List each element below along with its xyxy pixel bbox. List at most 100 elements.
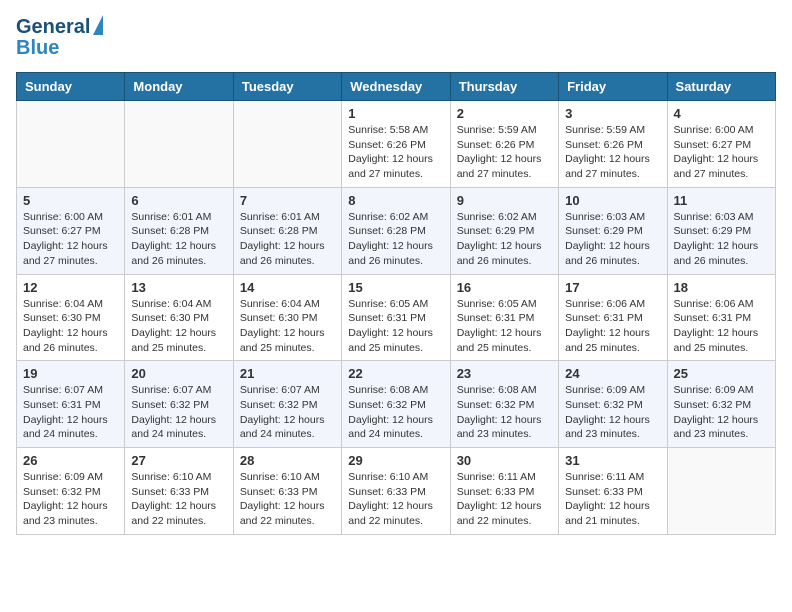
day-info: Sunrise: 6:10 AM Sunset: 6:33 PM Dayligh… [240,470,335,529]
calendar-cell [125,101,233,188]
day-number: 20 [131,366,226,381]
day-info: Sunrise: 6:09 AM Sunset: 6:32 PM Dayligh… [674,383,769,442]
day-number: 15 [348,280,443,295]
day-number: 5 [23,193,118,208]
day-info: Sunrise: 5:59 AM Sunset: 6:26 PM Dayligh… [565,123,660,182]
calendar-cell [17,101,125,188]
day-info: Sunrise: 6:07 AM Sunset: 6:32 PM Dayligh… [131,383,226,442]
calendar-week-row: 5 Sunrise: 6:00 AM Sunset: 6:27 PM Daylig… [17,187,776,274]
calendar-week-row: 19Sunrise: 6:07 AM Sunset: 6:31 PM Dayli… [17,361,776,448]
day-number: 17 [565,280,660,295]
day-number: 14 [240,280,335,295]
day-info: Sunrise: 6:10 AM Sunset: 6:33 PM Dayligh… [131,470,226,529]
day-number: 11 [674,193,769,208]
day-number: 2 [457,106,552,121]
calendar-cell: 26 Sunrise: 6:09 AM Sunset: 6:32 PM Dayli… [17,448,125,535]
day-info: Sunrise: 6:03 AM Sunset: 6:29 PM Dayligh… [674,210,769,269]
day-info: Sunrise: 6:00 AM Sunset: 6:27 PM Dayligh… [23,210,118,269]
calendar-cell: 9 Sunrise: 6:02 AM Sunset: 6:29 PM Daylig… [450,187,558,274]
calendar-cell: 1Sunrise: 5:58 AM Sunset: 6:26 PM Daylig… [342,101,450,188]
day-number: 18 [674,280,769,295]
day-number: 21 [240,366,335,381]
calendar-cell: 30 Sunrise: 6:11 AM Sunset: 6:33 PM Dayli… [450,448,558,535]
weekday-header: Monday [125,73,233,101]
day-info: Sunrise: 6:06 AM Sunset: 6:31 PM Dayligh… [565,297,660,356]
calendar-table: SundayMondayTuesdayWednesdayThursdayFrid… [16,72,776,535]
calendar-cell: 4 Sunrise: 6:00 AM Sunset: 6:27 PM Daylig… [667,101,775,188]
day-info: Sunrise: 6:09 AM Sunset: 6:32 PM Dayligh… [565,383,660,442]
calendar-cell: 15 Sunrise: 6:05 AM Sunset: 6:31 PM Dayli… [342,274,450,361]
day-number: 3 [565,106,660,121]
day-info: Sunrise: 5:59 AM Sunset: 6:26 PM Dayligh… [457,123,552,182]
day-number: 27 [131,453,226,468]
day-info: Sunrise: 6:10 AM Sunset: 6:33 PM Dayligh… [348,470,443,529]
day-info: Sunrise: 6:03 AM Sunset: 6:29 PM Dayligh… [565,210,660,269]
day-info: Sunrise: 6:08 AM Sunset: 6:32 PM Dayligh… [348,383,443,442]
day-number: 24 [565,366,660,381]
day-info: Sunrise: 6:08 AM Sunset: 6:32 PM Dayligh… [457,383,552,442]
calendar-week-row: 1Sunrise: 5:58 AM Sunset: 6:26 PM Daylig… [17,101,776,188]
calendar-cell: 25 Sunrise: 6:09 AM Sunset: 6:32 PM Dayli… [667,361,775,448]
day-number: 13 [131,280,226,295]
day-number: 9 [457,193,552,208]
calendar-week-row: 12 Sunrise: 6:04 AM Sunset: 6:30 PM Dayli… [17,274,776,361]
calendar-cell: 8 Sunrise: 6:02 AM Sunset: 6:28 PM Daylig… [342,187,450,274]
calendar-cell: 10Sunrise: 6:03 AM Sunset: 6:29 PM Dayli… [559,187,667,274]
day-info: Sunrise: 6:05 AM Sunset: 6:31 PM Dayligh… [348,297,443,356]
day-info: Sunrise: 6:04 AM Sunset: 6:30 PM Dayligh… [240,297,335,356]
day-info: Sunrise: 6:04 AM Sunset: 6:30 PM Dayligh… [131,297,226,356]
day-info: Sunrise: 6:02 AM Sunset: 6:29 PM Dayligh… [457,210,552,269]
calendar-cell: 11 Sunrise: 6:03 AM Sunset: 6:29 PM Dayli… [667,187,775,274]
day-number: 30 [457,453,552,468]
day-info: Sunrise: 6:11 AM Sunset: 6:33 PM Dayligh… [565,470,660,529]
day-number: 7 [240,193,335,208]
weekday-header: Saturday [667,73,775,101]
day-info: Sunrise: 6:07 AM Sunset: 6:31 PM Dayligh… [23,383,118,442]
day-number: 12 [23,280,118,295]
calendar-cell: 16Sunrise: 6:05 AM Sunset: 6:31 PM Dayli… [450,274,558,361]
day-number: 4 [674,106,769,121]
calendar-cell: 22 Sunrise: 6:08 AM Sunset: 6:32 PM Dayli… [342,361,450,448]
day-info: Sunrise: 6:11 AM Sunset: 6:33 PM Dayligh… [457,470,552,529]
weekday-header: Thursday [450,73,558,101]
day-number: 23 [457,366,552,381]
weekday-header: Sunday [17,73,125,101]
day-info: Sunrise: 6:01 AM Sunset: 6:28 PM Dayligh… [131,210,226,269]
calendar-cell: 17 Sunrise: 6:06 AM Sunset: 6:31 PM Dayli… [559,274,667,361]
calendar-cell: 5 Sunrise: 6:00 AM Sunset: 6:27 PM Daylig… [17,187,125,274]
day-number: 29 [348,453,443,468]
day-number: 16 [457,280,552,295]
calendar-cell: 28 Sunrise: 6:10 AM Sunset: 6:33 PM Dayli… [233,448,341,535]
calendar-cell: 21 Sunrise: 6:07 AM Sunset: 6:32 PM Dayli… [233,361,341,448]
day-number: 28 [240,453,335,468]
calendar-header-row: SundayMondayTuesdayWednesdayThursdayFrid… [17,73,776,101]
calendar-cell: 27 Sunrise: 6:10 AM Sunset: 6:33 PM Dayli… [125,448,233,535]
day-number: 8 [348,193,443,208]
page-header: General Blue [16,16,776,60]
calendar-cell [667,448,775,535]
calendar-cell: 31Sunrise: 6:11 AM Sunset: 6:33 PM Dayli… [559,448,667,535]
weekday-header: Tuesday [233,73,341,101]
day-info: Sunrise: 6:00 AM Sunset: 6:27 PM Dayligh… [674,123,769,182]
day-info: Sunrise: 6:07 AM Sunset: 6:32 PM Dayligh… [240,383,335,442]
calendar-body: 1Sunrise: 5:58 AM Sunset: 6:26 PM Daylig… [17,101,776,535]
logo: General Blue [16,16,103,60]
calendar-cell: 7Sunrise: 6:01 AM Sunset: 6:28 PM Daylig… [233,187,341,274]
logo-text: General Blue [16,16,103,60]
calendar-cell: 3 Sunrise: 5:59 AM Sunset: 6:26 PM Daylig… [559,101,667,188]
calendar-cell: 2 Sunrise: 5:59 AM Sunset: 6:26 PM Daylig… [450,101,558,188]
day-info: Sunrise: 6:04 AM Sunset: 6:30 PM Dayligh… [23,297,118,356]
day-info: Sunrise: 6:02 AM Sunset: 6:28 PM Dayligh… [348,210,443,269]
calendar-cell: 12 Sunrise: 6:04 AM Sunset: 6:30 PM Dayli… [17,274,125,361]
weekday-header: Wednesday [342,73,450,101]
calendar-cell: 29 Sunrise: 6:10 AM Sunset: 6:33 PM Dayli… [342,448,450,535]
calendar-cell: 18 Sunrise: 6:06 AM Sunset: 6:31 PM Dayli… [667,274,775,361]
day-number: 22 [348,366,443,381]
calendar-cell: 6Sunrise: 6:01 AM Sunset: 6:28 PM Daylig… [125,187,233,274]
day-info: Sunrise: 6:09 AM Sunset: 6:32 PM Dayligh… [23,470,118,529]
day-number: 26 [23,453,118,468]
day-info: Sunrise: 6:06 AM Sunset: 6:31 PM Dayligh… [674,297,769,356]
day-number: 1 [348,106,443,121]
day-number: 25 [674,366,769,381]
calendar-cell [233,101,341,188]
